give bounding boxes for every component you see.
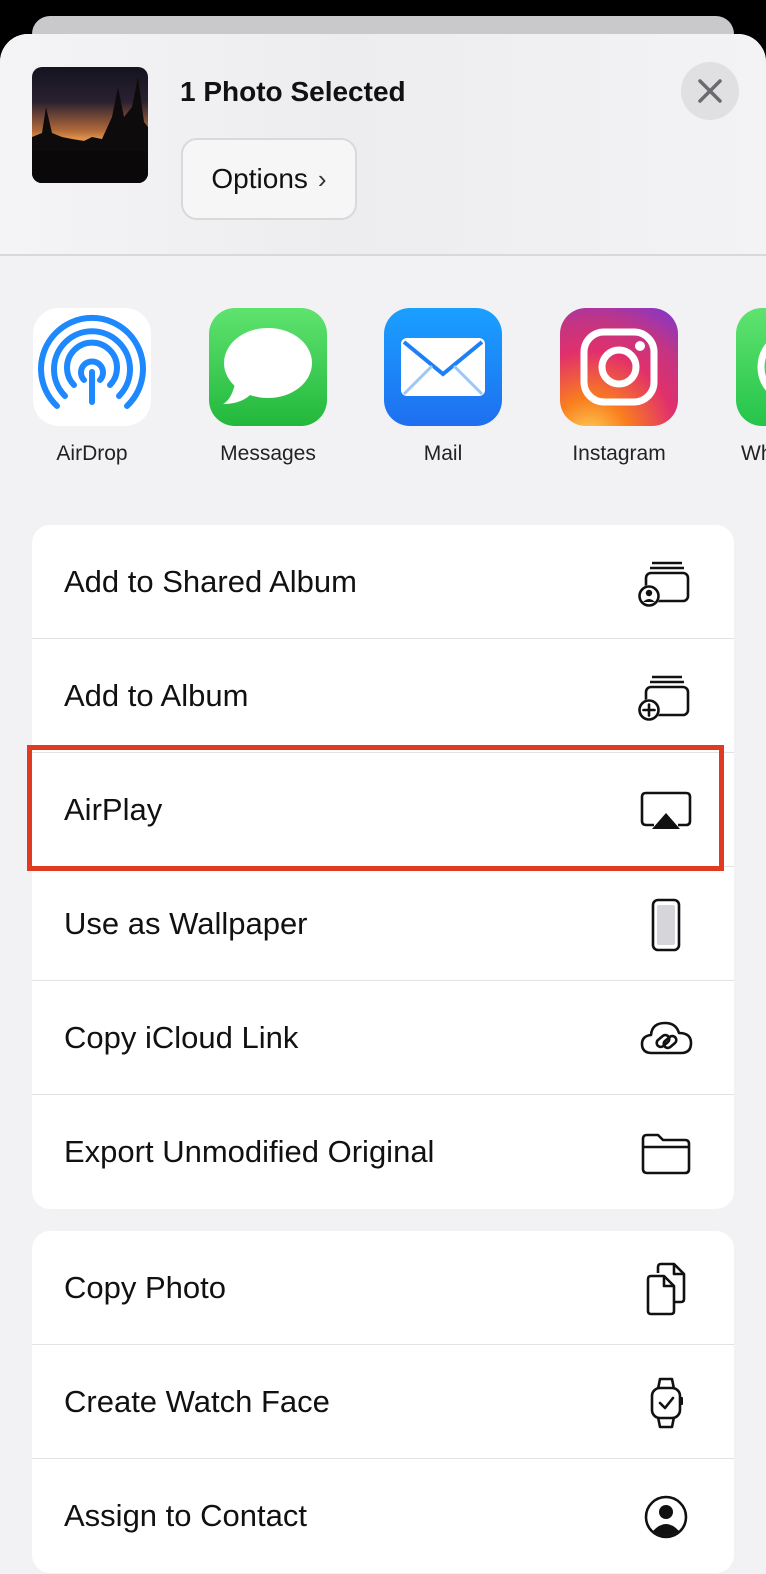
airplay-icon [640,791,692,829]
action-label: Use as Wallpaper [64,906,308,941]
share-sheet-title: 1 Photo Selected [180,76,406,107]
options-button[interactable]: Options › [181,138,357,220]
copy-icon [646,1262,686,1316]
app-label: Instagram [572,442,666,465]
app-label: Mail [423,442,463,465]
chevron-right-icon: › [317,163,327,194]
action-use-as-wallpaper[interactable]: Use as Wallpaper [32,867,734,981]
share-app-instagram[interactable]: Instagram [544,308,694,466]
action-create-watch-face[interactable]: Create Watch Face [32,1345,734,1459]
actions-group-primary: Add to Shared Album Add to Album AirPlay… [32,525,734,1209]
share-sheet-header: 1 Photo Selected Options › [0,34,766,256]
action-add-to-shared-album[interactable]: Add to Shared Album [32,525,734,639]
action-copy-icloud-link[interactable]: Copy iCloud Link [32,981,734,1095]
mail-icon [384,308,502,426]
airdrop-icon [33,308,151,426]
close-button[interactable] [681,62,739,120]
action-export-unmodified-original[interactable]: Export Unmodified Original [32,1095,734,1209]
messages-icon [209,308,327,426]
action-label: Copy Photo [64,1270,226,1305]
shared-album-icon [638,561,690,607]
action-copy-photo[interactable]: Copy Photo [32,1231,734,1345]
share-apps-row: AirDrop Messages Mail Instagram W [0,308,766,478]
share-app-airdrop[interactable]: AirDrop [17,308,167,466]
share-sheet: 1 Photo Selected Options › AirDrop Messa… [0,34,766,1574]
icloud-link-icon [640,1021,693,1055]
action-assign-to-contact[interactable]: Assign to Contact [32,1459,734,1573]
watch-icon [650,1377,683,1429]
app-label: Messages [220,442,316,465]
share-app-messages[interactable]: Messages [193,308,343,466]
action-label: Assign to Contact [64,1498,307,1533]
action-label: Create Watch Face [64,1384,330,1419]
options-label: Options [211,163,308,194]
close-icon [698,79,722,103]
actions-group-secondary: Copy Photo Create Watch Face Assign to C… [32,1231,734,1573]
add-album-icon [638,675,690,721]
action-add-to-album[interactable]: Add to Album [32,639,734,753]
whatsapp-icon [736,308,766,426]
app-label: AirDrop [56,442,128,465]
action-label: Export Unmodified Original [64,1134,435,1169]
app-label: Wh [741,442,766,465]
action-label: Add to Shared Album [64,564,357,599]
share-app-mail[interactable]: Mail [368,308,518,466]
action-label: Add to Album [64,678,249,713]
instagram-icon [560,308,678,426]
action-airplay[interactable]: AirPlay [32,753,734,867]
action-label: Copy iCloud Link [64,1020,299,1055]
contact-icon [644,1495,688,1539]
folder-icon [641,1133,691,1175]
share-app-whatsapp[interactable]: Wh [720,308,766,466]
action-label: AirPlay [64,792,163,827]
photo-thumbnail [32,67,148,183]
phone-icon [651,898,681,952]
